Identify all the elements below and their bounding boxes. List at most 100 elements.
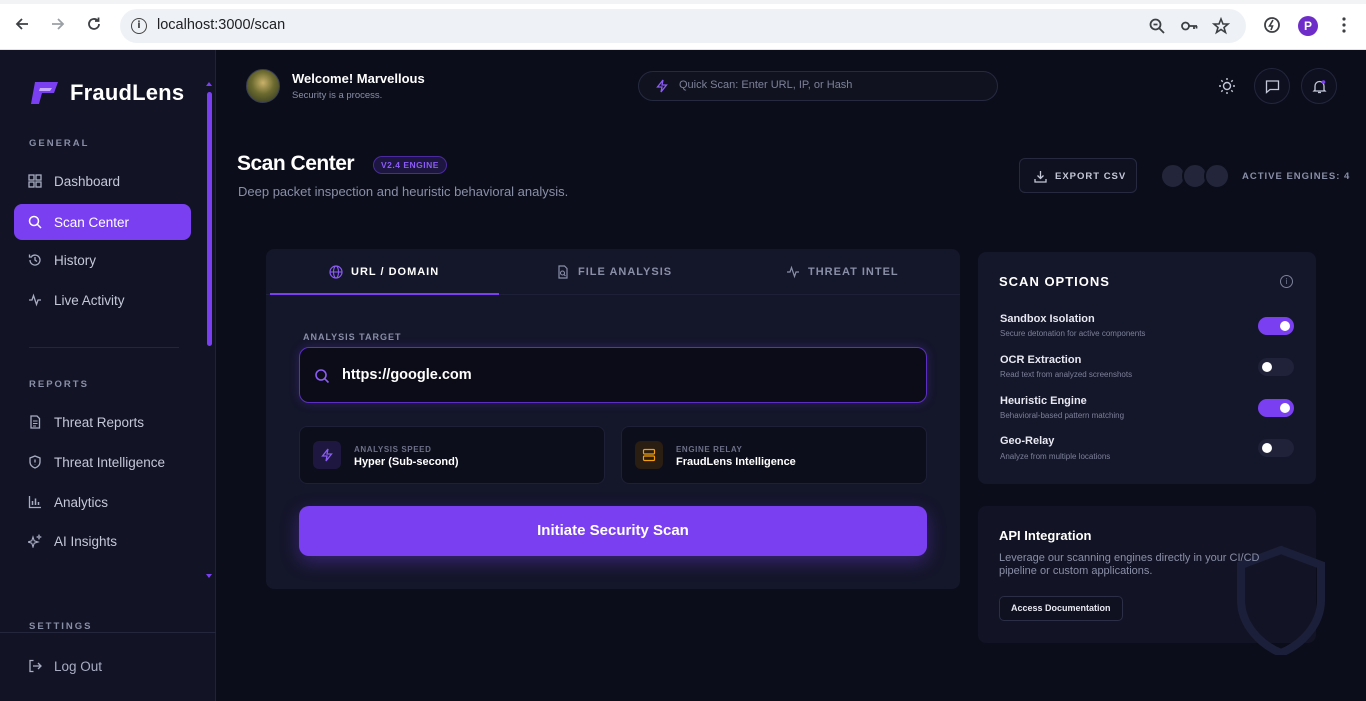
address-bar[interactable]: i localhost:3000/scan	[120, 9, 1246, 43]
globe-icon	[329, 265, 343, 279]
brand-logo-icon	[31, 82, 58, 104]
scroll-up-arrow-icon[interactable]	[206, 82, 212, 86]
sidebar-item-label: Threat Intelligence	[54, 454, 166, 470]
sidebar-item-threat-intelligence[interactable]: Threat Intelligence	[14, 444, 191, 480]
sidebar-scroll-thumb[interactable]	[207, 92, 212, 346]
search-icon	[315, 369, 330, 384]
tab-label: URL / DOMAIN	[351, 266, 440, 278]
sidebar-item-ai-insights[interactable]: AI Insights	[14, 523, 191, 559]
bell-icon	[1312, 80, 1327, 94]
analysis-target-input[interactable]: https://google.com	[299, 347, 927, 403]
toggle-sandbox-isolation[interactable]	[1258, 317, 1294, 335]
tab-file-analysis[interactable]: FILE ANALYSIS	[556, 265, 672, 279]
bookmark-star-icon[interactable]	[1211, 16, 1231, 35]
page-subtitle: Deep packet inspection and heuristic beh…	[238, 184, 569, 199]
scroll-down-arrow-icon[interactable]	[206, 574, 212, 578]
sidebar-item-label: Scan Center	[54, 214, 130, 230]
welcome-text: Welcome! Marvellous	[292, 71, 425, 86]
active-engines-count: ACTIVE ENGINES: 4	[1242, 171, 1351, 182]
option-name: OCR Extraction	[1000, 354, 1082, 366]
section-label-reports: REPORTS	[29, 379, 89, 390]
analysis-speed-value: Hyper (Sub-second)	[354, 456, 459, 468]
sidebar-item-history[interactable]: History	[14, 242, 191, 278]
brand-name: FraudLens	[70, 80, 185, 105]
extension-icon[interactable]	[1262, 15, 1282, 35]
browser-toolbar: i localhost:3000/scan P	[0, 0, 1366, 50]
toggle-knob	[1262, 362, 1272, 372]
sidebar-item-analytics[interactable]: Analytics	[14, 484, 191, 520]
brand-logo[interactable]: FraudLens	[28, 80, 184, 106]
speed-icon-box	[313, 441, 341, 469]
analysis-target-value[interactable]: https://google.com	[342, 367, 472, 383]
server-icon	[642, 448, 656, 462]
notifications-button[interactable]	[1301, 68, 1337, 104]
relay-icon-box	[635, 441, 663, 469]
option-description: Behavioral-based pattern matching	[1000, 411, 1125, 420]
download-icon	[1034, 171, 1047, 183]
sidebar-item-threat-reports[interactable]: Threat Reports	[14, 404, 191, 440]
info-icon[interactable]: i	[1280, 275, 1293, 288]
zoom-icon[interactable]	[1148, 17, 1166, 35]
option-description: Secure detonation for active components	[1000, 329, 1146, 338]
shield-icon	[29, 455, 41, 469]
sidebar-item-label: History	[54, 252, 97, 268]
tab-url-domain[interactable]: URL / DOMAIN	[329, 265, 439, 279]
grid-icon	[28, 174, 42, 188]
file-search-icon	[558, 265, 568, 279]
scan-options-title: SCAN OPTIONS	[999, 274, 1110, 289]
sidebar-item-label: AI Insights	[54, 533, 118, 549]
document-icon	[30, 415, 41, 429]
analysis-speed-card: ANALYSIS SPEED Hyper (Sub-second)	[299, 426, 605, 484]
more-menu-icon[interactable]	[1334, 15, 1354, 35]
engine-avatar	[1204, 163, 1230, 189]
option-description: Analyze from multiple locations	[1000, 452, 1111, 461]
sidebar-item-live-activity[interactable]: Live Activity	[14, 282, 191, 318]
user-avatar[interactable]	[246, 69, 280, 103]
active-tab-indicator	[270, 293, 499, 295]
forward-arrow-icon[interactable]	[48, 14, 68, 34]
lightning-icon	[321, 448, 333, 462]
sidebar-item-label: Analytics	[54, 494, 109, 510]
engine-relay-card: ENGINE RELAY FraudLens Intelligence	[621, 426, 927, 484]
activity-icon	[787, 265, 799, 279]
tab-label: FILE ANALYSIS	[578, 266, 673, 278]
api-integration-text: Leverage our scanning engines directly i…	[999, 552, 1260, 577]
toggle-geo-relay[interactable]	[1258, 439, 1294, 457]
sidebar-item-label: Dashboard	[54, 173, 121, 189]
api-integration-title: API Integration	[999, 528, 1092, 543]
history-icon	[28, 254, 41, 266]
option-name: Geo-Relay	[1000, 435, 1055, 447]
reload-icon[interactable]	[84, 14, 104, 34]
logout-label: Log Out	[54, 658, 103, 674]
back-arrow-icon[interactable]	[12, 14, 32, 34]
lightning-icon	[656, 79, 668, 93]
quick-scan-placeholder: Quick Scan: Enter URL, IP, or Hash	[679, 79, 853, 91]
engine-version-badge: V2.4 ENGINE	[373, 156, 447, 174]
site-info-icon[interactable]: i	[131, 18, 147, 34]
sidebar-item-scan-center[interactable]: Scan Center	[14, 204, 191, 240]
section-label-general: GENERAL	[29, 138, 90, 149]
tab-threat-intel[interactable]: THREAT INTEL	[786, 265, 899, 279]
sidebar-item-label: Live Activity	[54, 292, 125, 308]
search-icon	[28, 215, 42, 229]
sidebar-item-label: Threat Reports	[54, 414, 145, 430]
theme-toggle-sun-icon[interactable]	[1218, 77, 1236, 95]
profile-avatar[interactable]: P	[1298, 16, 1318, 36]
tab-label: THREAT INTEL	[808, 266, 899, 278]
export-csv-button[interactable]: EXPORT CSV	[1019, 158, 1137, 193]
engine-relay-label: ENGINE RELAY	[676, 445, 743, 454]
toggle-ocr-extraction[interactable]	[1258, 358, 1294, 376]
toggle-heuristic-engine[interactable]	[1258, 399, 1294, 417]
logout-button[interactable]: Log Out	[14, 648, 191, 684]
password-key-icon[interactable]	[1180, 17, 1198, 35]
sidebar-item-dashboard[interactable]: Dashboard	[14, 163, 191, 199]
sparkles-icon	[28, 534, 42, 548]
address-url[interactable]: localhost:3000/scan	[157, 17, 285, 33]
quick-scan-input[interactable]: Quick Scan: Enter URL, IP, or Hash	[638, 71, 998, 101]
access-documentation-button[interactable]: Access Documentation	[999, 596, 1123, 621]
bar-chart-icon	[28, 496, 41, 509]
analysis-speed-label: ANALYSIS SPEED	[354, 445, 432, 454]
initiate-scan-button[interactable]: Initiate Security Scan	[299, 506, 927, 556]
messages-button[interactable]	[1254, 68, 1290, 104]
toggle-knob	[1262, 443, 1272, 453]
